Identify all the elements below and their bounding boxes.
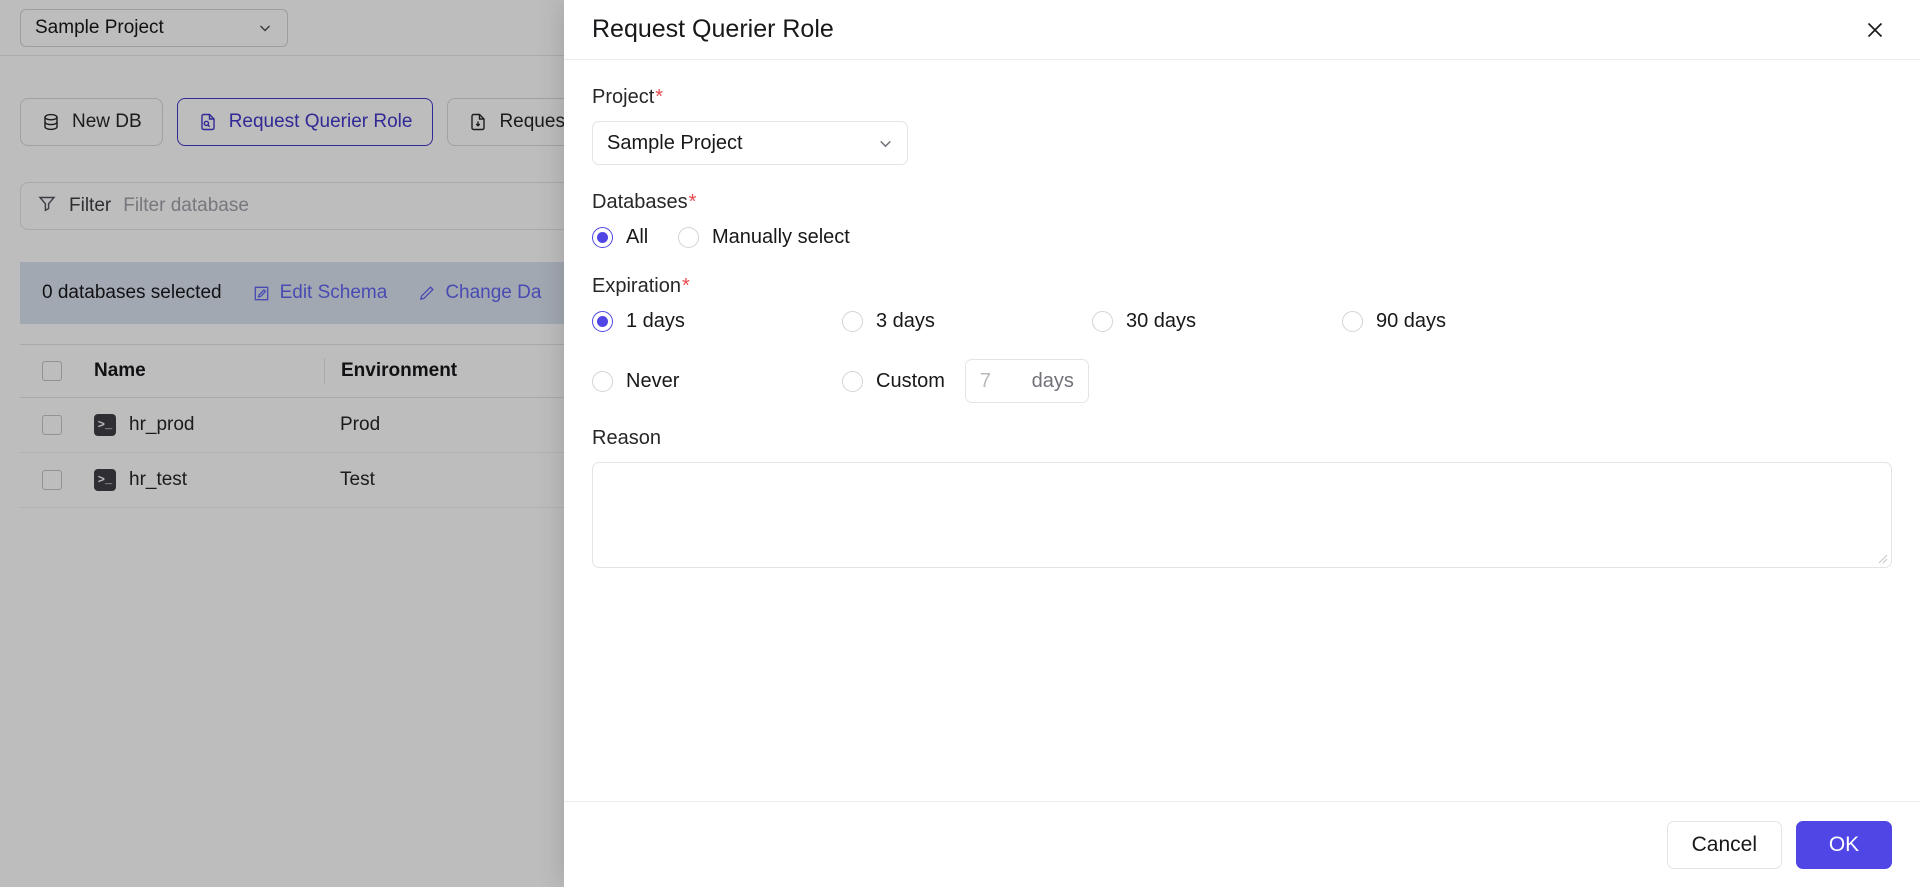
dialog-footer: Cancel OK	[564, 801, 1920, 887]
cancel-button[interactable]: Cancel	[1666, 820, 1782, 869]
expiration-option-1-days[interactable]: 1 days	[592, 310, 685, 333]
databases-option-manually-select-label: Manually select	[712, 226, 850, 248]
radio-indicator[interactable]	[1092, 311, 1113, 332]
custom-days-suffix: days	[1031, 369, 1074, 392]
expiration-option-never[interactable]: Never	[592, 370, 679, 393]
expiration-option-3-days-label: 3 days	[876, 310, 935, 332]
required-asterisk: *	[655, 86, 664, 108]
project-select[interactable]: Sample Project	[592, 121, 908, 165]
resize-grip-icon[interactable]	[1877, 553, 1888, 564]
databases-label-text: Databases	[592, 191, 688, 213]
dialog-title: Request Querier Role	[592, 15, 834, 43]
databases-radio-group: All Manually select	[592, 226, 1892, 249]
screen: Sample Project New DB Request Querier Ro…	[0, 0, 1920, 887]
radio-indicator[interactable]	[592, 311, 613, 332]
expiration-option-90-days[interactable]: 90 days	[1342, 310, 1446, 333]
chevron-down-icon	[877, 135, 893, 151]
radio-indicator[interactable]	[842, 311, 863, 332]
radio-indicator[interactable]	[1342, 311, 1363, 332]
expiration-field-label: Expiration *	[592, 275, 1892, 298]
expiration-option-30-days[interactable]: 30 days	[1092, 310, 1196, 333]
expiration-radio-group: 1 days 3 days 30 days 90 days Never Cust…	[592, 310, 1892, 403]
ok-button[interactable]: OK	[1796, 820, 1892, 869]
reason-label-text: Reason	[592, 427, 661, 449]
radio-indicator[interactable]	[842, 370, 863, 392]
expiration-label-text: Expiration	[592, 275, 681, 297]
expiration-option-custom-label: Custom	[876, 369, 945, 392]
databases-field-label: Databases *	[592, 191, 1892, 214]
request-querier-role-dialog: Request Querier Role Project * Sample Pr…	[564, 0, 1920, 887]
databases-option-all[interactable]: All	[592, 226, 648, 249]
required-asterisk: *	[681, 275, 690, 297]
expiration-option-3-days[interactable]: 3 days	[842, 310, 935, 333]
project-select-value: Sample Project	[607, 131, 743, 154]
expiration-option-never-label: Never	[626, 369, 680, 392]
databases-option-all-label: All	[626, 226, 649, 248]
expiration-option-30-days-label: 30 days	[1126, 310, 1197, 332]
custom-days-input[interactable]: 7 days	[964, 359, 1089, 403]
databases-option-manually-select[interactable]: Manually select	[678, 226, 850, 249]
reason-textarea[interactable]	[592, 462, 1892, 568]
expiration-option-custom[interactable]: Custom	[842, 370, 945, 393]
reason-field-label: Reason	[592, 427, 1892, 450]
expiration-option-1-days-label: 1 days	[626, 310, 685, 332]
radio-indicator[interactable]	[678, 227, 699, 248]
close-icon[interactable]	[1858, 13, 1892, 47]
radio-indicator[interactable]	[592, 227, 613, 248]
dialog-body: Project * Sample Project Databases * All…	[564, 60, 1920, 801]
expiration-option-90-days-label: 90 days	[1376, 310, 1447, 332]
custom-days-placeholder: 7	[979, 369, 992, 392]
dialog-header: Request Querier Role	[564, 0, 1920, 60]
required-asterisk: *	[688, 191, 697, 213]
project-label-text: Project	[592, 86, 655, 108]
project-field-label: Project *	[592, 86, 1892, 109]
radio-indicator[interactable]	[592, 370, 613, 392]
